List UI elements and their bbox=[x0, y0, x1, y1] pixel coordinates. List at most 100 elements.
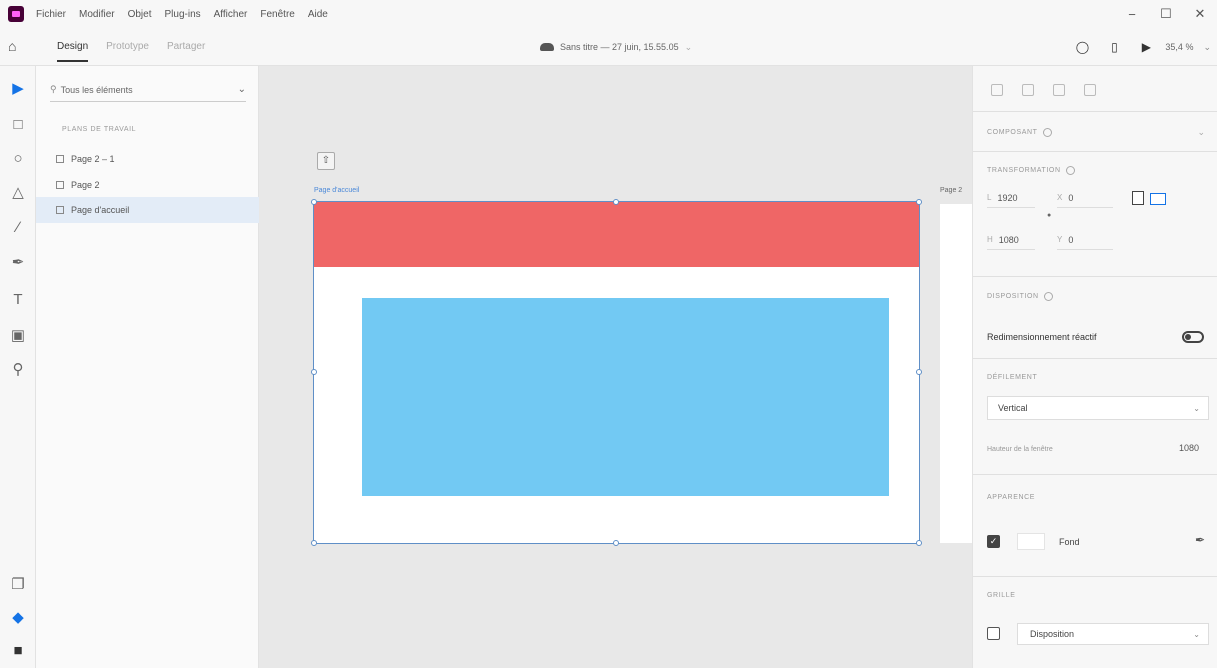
artboard-title-page-2[interactable]: Page 2 bbox=[940, 187, 962, 194]
select-tool-icon[interactable]: ▶ bbox=[9, 80, 27, 98]
artboard-item-label: Page 2 – 1 bbox=[71, 154, 115, 164]
height-field[interactable]: H 1080 bbox=[987, 230, 1035, 250]
alignment-row bbox=[991, 84, 1115, 96]
menu-fichier[interactable]: Fichier bbox=[36, 9, 66, 20]
width-value: 1920 bbox=[997, 192, 1018, 203]
width-field[interactable]: L 1920 bbox=[987, 188, 1035, 208]
maximize-button[interactable]: ☐ bbox=[1149, 6, 1183, 22]
assets-icon[interactable]: ❐ bbox=[9, 576, 27, 594]
fill-label: Fond bbox=[1059, 537, 1080, 547]
pen-tool-icon[interactable]: ✒ bbox=[9, 254, 27, 272]
info-icon[interactable] bbox=[1042, 128, 1052, 137]
cloud-icon bbox=[540, 43, 554, 51]
distribute-icon[interactable] bbox=[1084, 84, 1096, 96]
resize-handle[interactable] bbox=[916, 199, 922, 205]
grid-label: GRILLE bbox=[987, 592, 1016, 599]
tab-design[interactable]: Design bbox=[57, 28, 89, 66]
plugins-icon[interactable]: ■ bbox=[9, 642, 27, 660]
eyedropper-icon[interactable]: ✒ bbox=[1195, 533, 1205, 547]
height-label: H bbox=[987, 235, 993, 244]
resize-handle[interactable] bbox=[311, 540, 317, 546]
grid-type-value: Disposition bbox=[1030, 629, 1075, 639]
landscape-icon[interactable] bbox=[1150, 193, 1166, 205]
zoom-level[interactable]: 35,4 % bbox=[1165, 42, 1193, 52]
close-button[interactable]: ✕ bbox=[1183, 6, 1217, 22]
align-right-icon[interactable] bbox=[1053, 84, 1065, 96]
artboard-item-page-2-1[interactable]: Page 2 – 1 bbox=[36, 146, 259, 172]
chevron-down-icon: ⌄ bbox=[1193, 403, 1200, 413]
resize-handle[interactable] bbox=[311, 369, 317, 375]
fill-color-swatch[interactable] bbox=[1017, 533, 1045, 550]
x-field[interactable]: X 0 bbox=[1057, 188, 1113, 208]
artboard-title[interactable]: Page d'accueil bbox=[314, 187, 359, 194]
menu-plugins[interactable]: Plug-ins bbox=[165, 9, 201, 20]
text-tool-icon[interactable]: T bbox=[9, 291, 27, 309]
divider bbox=[973, 358, 1217, 359]
responsive-resize-label: Redimensionnement réactif bbox=[987, 332, 1097, 342]
artboard-page-2[interactable] bbox=[940, 204, 972, 543]
y-label: Y bbox=[1057, 235, 1063, 244]
align-left-icon[interactable] bbox=[991, 84, 1003, 96]
y-field[interactable]: Y 0 bbox=[1057, 230, 1113, 250]
rectangle-tool-icon[interactable]: □ bbox=[9, 116, 27, 134]
portrait-icon[interactable] bbox=[1132, 191, 1144, 205]
layers-panel: ⚲ Tous les éléments ⌄ PLANS DE TRAVAIL P… bbox=[36, 66, 259, 668]
viewport-height-value[interactable]: 1080 bbox=[1179, 443, 1199, 453]
resize-handle[interactable] bbox=[916, 540, 922, 546]
info-icon[interactable] bbox=[1043, 292, 1053, 301]
chevron-down-icon: ⌄ bbox=[1193, 629, 1200, 639]
tab-partager[interactable]: Partager bbox=[167, 28, 205, 66]
menu-modifier[interactable]: Modifier bbox=[79, 9, 115, 20]
user-icon[interactable]: ◯ bbox=[1071, 40, 1093, 54]
top-bar: ⌂ Design Prototype Partager Sans titre —… bbox=[0, 28, 1217, 66]
search-icon: ⚲ bbox=[50, 84, 57, 94]
info-icon[interactable] bbox=[1065, 166, 1075, 175]
design-canvas[interactable]: ⇧ Page d'accueil Page 2 bbox=[260, 66, 972, 668]
menu-objet[interactable]: Objet bbox=[128, 9, 152, 20]
chevron-down-icon[interactable]: ⌄ bbox=[1197, 127, 1205, 138]
tab-prototype[interactable]: Prototype bbox=[106, 28, 149, 66]
height-value: 1080 bbox=[998, 234, 1019, 245]
x-value: 0 bbox=[1068, 192, 1074, 203]
resize-handle[interactable] bbox=[613, 540, 619, 546]
scroll-select[interactable]: Vertical ⌄ bbox=[987, 396, 1209, 420]
menu-aide[interactable]: Aide bbox=[308, 9, 328, 20]
x-label: X bbox=[1057, 193, 1063, 202]
fill-checkbox[interactable]: ✓ bbox=[987, 535, 1000, 548]
artboard-icon bbox=[56, 181, 64, 189]
line-tool-icon[interactable]: ∕ bbox=[9, 219, 27, 237]
artboard-item-page-accueil[interactable]: Page d'accueil bbox=[36, 197, 259, 223]
resize-handle[interactable] bbox=[613, 199, 619, 205]
grid-checkbox[interactable] bbox=[987, 627, 1000, 640]
zoom-tool-icon[interactable]: ⚲ bbox=[9, 361, 27, 379]
menu-fenetre[interactable]: Fenêtre bbox=[260, 9, 294, 20]
transform-label: TRANSFORMATION bbox=[987, 167, 1061, 174]
document-title[interactable]: Sans titre — 27 juin, 15.55.05 ⌄ bbox=[540, 28, 692, 66]
artboard-icon bbox=[56, 206, 64, 214]
home-icon[interactable]: ⌂ bbox=[8, 38, 24, 54]
mobile-preview-icon[interactable]: ▯ bbox=[1103, 40, 1125, 54]
properties-panel: COMPOSANT ⌄ TRANSFORMATION L 1920 X 0 ● … bbox=[972, 66, 1217, 668]
ellipse-tool-icon[interactable]: ○ bbox=[9, 150, 27, 168]
share-icon[interactable]: ⇧ bbox=[317, 152, 335, 170]
divider bbox=[973, 111, 1217, 112]
polygon-tool-icon[interactable]: △ bbox=[9, 184, 27, 202]
responsive-resize-toggle[interactable] bbox=[1182, 331, 1204, 343]
menu-afficher[interactable]: Afficher bbox=[214, 9, 248, 20]
minimize-button[interactable]: − bbox=[1115, 7, 1149, 22]
layers-icon[interactable]: ◆ bbox=[9, 609, 27, 627]
chevron-down-icon[interactable]: ⌄ bbox=[1203, 42, 1211, 53]
artboard-item-page-2[interactable]: Page 2 bbox=[36, 172, 259, 198]
artboard-icon bbox=[56, 155, 64, 163]
lock-aspect-icon[interactable]: ● bbox=[1047, 212, 1051, 219]
scroll-select-value: Vertical bbox=[998, 403, 1028, 413]
artboard-tool-icon[interactable]: ▣ bbox=[9, 327, 27, 345]
play-icon[interactable]: ▶ bbox=[1135, 40, 1157, 54]
layer-filter-dropdown[interactable]: ⚲ Tous les éléments ⌄ bbox=[50, 78, 246, 102]
resize-handle[interactable] bbox=[916, 369, 922, 375]
grid-type-select[interactable]: Disposition ⌄ bbox=[1017, 623, 1209, 645]
window-controls: − ☐ ✕ bbox=[1115, 0, 1217, 28]
align-center-icon[interactable] bbox=[1022, 84, 1034, 96]
resize-handle[interactable] bbox=[311, 199, 317, 205]
top-right-controls: ◯ ▯ ▶ 35,4 % ⌄ bbox=[1061, 28, 1211, 66]
